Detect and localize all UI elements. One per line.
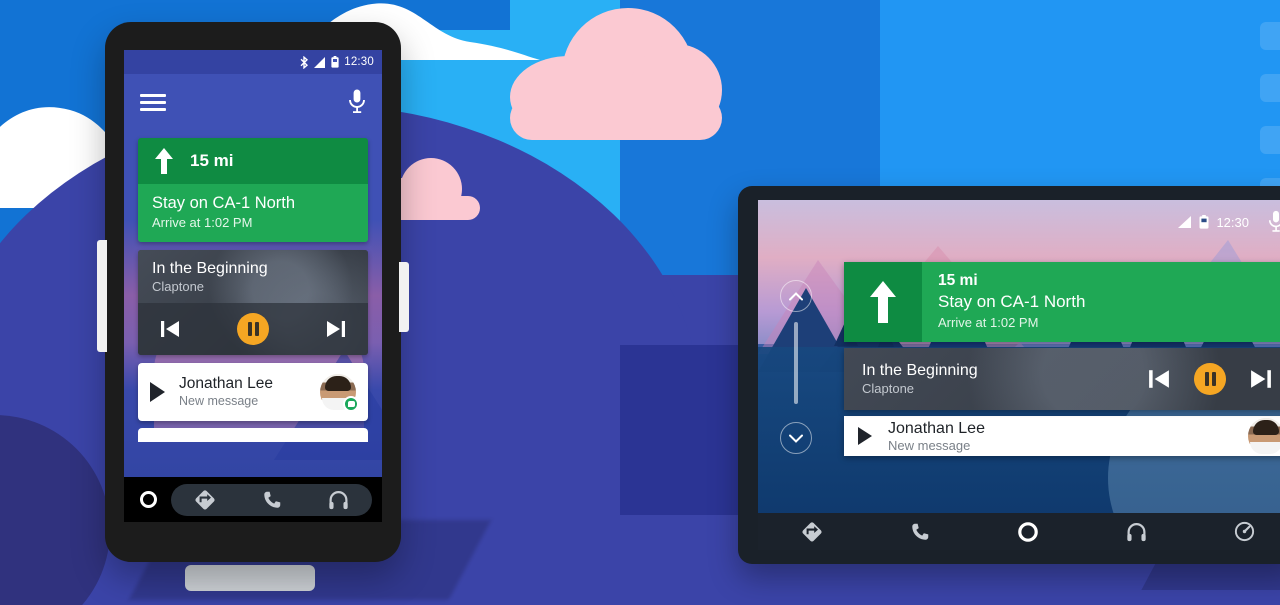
- microphone-icon[interactable]: [348, 89, 366, 115]
- car-message-subtitle: New message: [888, 437, 971, 453]
- phone-screen: 12:30 15 mi Stay on CA-1 North Arrive at…: [124, 50, 382, 522]
- car-nav-eta: Arrive at 1:02 PM: [938, 315, 1039, 330]
- avatar-hair: [1253, 420, 1279, 435]
- phone-status-bar: 12:30: [124, 50, 382, 74]
- phone-icon[interactable]: [909, 521, 931, 543]
- phone-nav-card-header: 15 mi: [138, 138, 368, 184]
- building-window: [1260, 74, 1280, 102]
- phone-side-button-left[interactable]: [97, 240, 107, 352]
- battery-icon: [1199, 215, 1209, 229]
- skip-next-icon[interactable]: [1250, 369, 1272, 389]
- car-navigation-card[interactable]: 15 mi Stay on CA-1 North Arrive at 1:02 …: [844, 262, 1280, 342]
- car-status-time: 12:30: [1216, 214, 1249, 230]
- car-nav-card-body: 15 mi Stay on CA-1 North Arrive at 1:02 …: [922, 262, 1280, 342]
- skip-previous-icon[interactable]: [1148, 369, 1170, 389]
- scrollbar-thumb[interactable]: [794, 322, 798, 404]
- arrow-up-icon: [870, 281, 896, 323]
- signal-icon: [1178, 216, 1192, 228]
- arrow-up-icon: [155, 148, 173, 174]
- chevron-down-icon[interactable]: [780, 422, 812, 454]
- building-window: [1260, 126, 1280, 154]
- bluetooth-icon: [300, 55, 309, 69]
- phone-nav-card-body: Stay on CA-1 North Arrive at 1:02 PM: [138, 184, 368, 242]
- car-track-title: In the Beginning: [862, 362, 978, 379]
- phone-music-info: In the Beginning Claptone: [138, 250, 368, 303]
- phone-device: 12:30 15 mi Stay on CA-1 North Arrive at…: [97, 22, 409, 562]
- car-music-info: In the Beginning Claptone: [844, 362, 1148, 396]
- navigation-icon[interactable]: [193, 488, 217, 512]
- car-music-controls: [1148, 363, 1280, 395]
- phone-message-text: Jonathan Lee New message: [179, 375, 320, 408]
- avatar-hair: [325, 375, 351, 391]
- navigation-icon[interactable]: [800, 520, 824, 544]
- car-message-text: Jonathan Lee New message: [888, 420, 1248, 453]
- phone-next-card-peek[interactable]: [138, 427, 368, 442]
- pause-icon[interactable]: [237, 312, 269, 345]
- skip-previous-icon[interactable]: [160, 320, 180, 338]
- phone-message-name: Jonathan Lee: [179, 375, 273, 393]
- car-nav-distance: 15 mi: [938, 272, 978, 289]
- car-screen: 12:30 15 mi Stay on CA-1 North Arrive at…: [758, 200, 1280, 513]
- pause-icon[interactable]: [1194, 363, 1226, 395]
- car-nav-road: Stay on CA-1 North: [938, 292, 1086, 311]
- car-message-card[interactable]: Jonathan Lee New message: [844, 416, 1280, 456]
- phone-nav-bar: [124, 477, 382, 522]
- skip-next-icon[interactable]: [326, 320, 346, 338]
- car-card-stack: 15 mi Stay on CA-1 North Arrive at 1:02 …: [844, 262, 1280, 456]
- play-icon[interactable]: [858, 427, 872, 445]
- phone-message-card[interactable]: Jonathan Lee New message: [138, 362, 368, 421]
- phone-message-subtitle: New message: [179, 394, 259, 409]
- phone-nav-road: Stay on CA-1 North: [152, 194, 296, 212]
- car-nav-maneuver: [844, 262, 922, 342]
- car-head-unit: 12:30 15 mi Stay on CA-1 North Arrive at…: [738, 186, 1280, 564]
- phone-status-time: 12:30: [344, 56, 374, 68]
- phone-music-card[interactable]: In the Beginning Claptone: [138, 249, 368, 355]
- contact-avatar: [320, 373, 359, 412]
- hamburger-menu-icon[interactable]: [140, 90, 166, 115]
- microphone-icon[interactable]: [1268, 210, 1280, 234]
- car-nav-bar: [758, 513, 1280, 550]
- phone-music-controls: [138, 302, 368, 355]
- phone-card-stack: 15 mi Stay on CA-1 North Arrive at 1:02 …: [138, 138, 368, 442]
- building-window: [1260, 22, 1280, 50]
- chevron-up-icon[interactable]: [780, 280, 812, 312]
- home-circle-icon[interactable]: [140, 491, 157, 508]
- phone-app-bar: [124, 74, 382, 130]
- phone-stand: [185, 565, 315, 591]
- message-badge-icon: [343, 395, 359, 412]
- cloud-large-icon: [510, 8, 722, 140]
- avatar-shirt: [1250, 442, 1280, 454]
- car-track-artist: Claptone: [862, 381, 915, 396]
- battery-icon: [331, 56, 339, 68]
- phone-nav-distance: 15 mi: [190, 151, 234, 170]
- car-message-name: Jonathan Lee: [888, 419, 985, 437]
- car-status-bar: 12:30: [1178, 210, 1280, 234]
- signal-icon: [314, 56, 326, 68]
- home-circle-icon[interactable]: [1016, 520, 1040, 544]
- car-music-card[interactable]: In the Beginning Claptone: [844, 348, 1280, 410]
- headphones-icon[interactable]: [327, 489, 350, 511]
- phone-track-title: In the Beginning: [152, 259, 268, 277]
- phone-side-button-right[interactable]: [399, 262, 409, 332]
- scene: 12:30 15 mi Stay on CA-1 North Arrive at…: [0, 0, 1280, 605]
- play-icon[interactable]: [150, 381, 165, 402]
- gauge-icon[interactable]: [1233, 520, 1256, 543]
- phone-navigation-card[interactable]: 15 mi Stay on CA-1 North Arrive at 1:02 …: [138, 138, 368, 242]
- phone-nav-eta: Arrive at 1:02 PM: [152, 214, 253, 230]
- headphones-icon[interactable]: [1125, 521, 1148, 543]
- phone-app-pill: [171, 483, 372, 516]
- phone-icon[interactable]: [261, 489, 283, 511]
- phone-track-artist: Claptone: [152, 278, 205, 294]
- contact-avatar: [1248, 418, 1280, 454]
